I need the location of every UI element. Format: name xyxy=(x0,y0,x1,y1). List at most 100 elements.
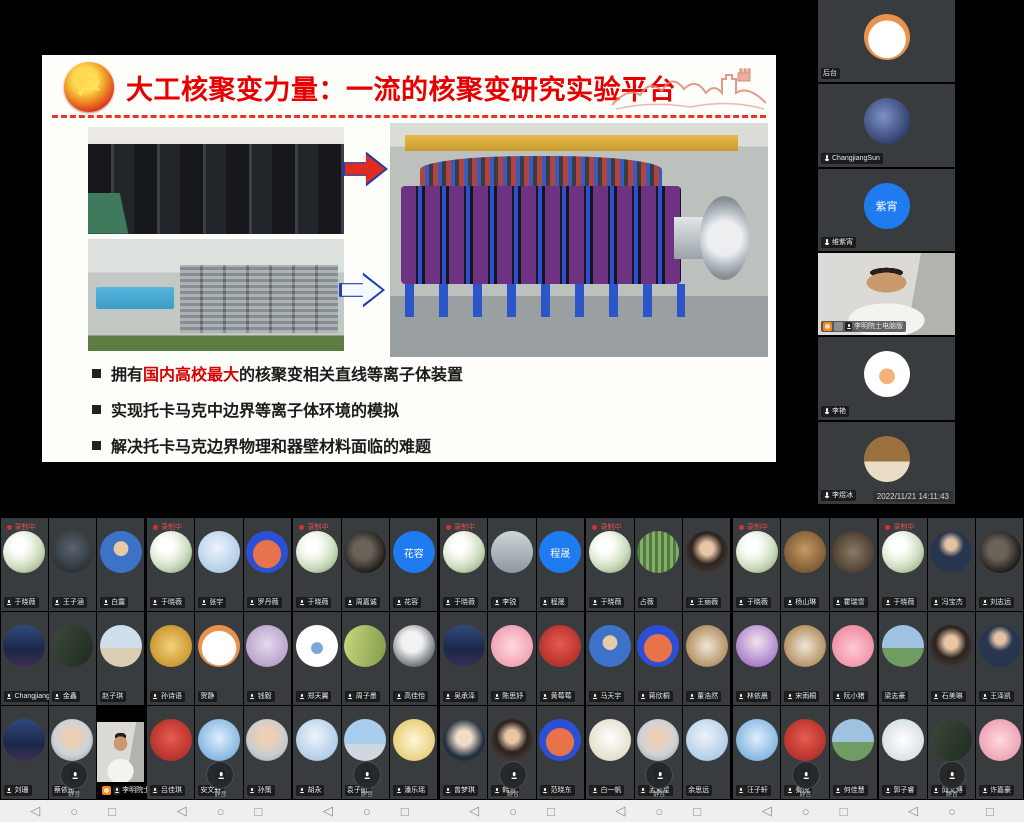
participant-tile[interactable]: 花容花容 xyxy=(390,518,437,611)
participant-tile[interactable]: 贺静 xyxy=(195,612,242,705)
participant-tile[interactable]: 许嘉豪 xyxy=(976,706,1023,799)
participant-tile[interactable]: 吴承泽 xyxy=(440,612,487,705)
participant-tile[interactable]: 黄莓莓 xyxy=(537,612,584,705)
participant-tile[interactable]: 郭子睿 xyxy=(879,706,926,799)
participant-tile[interactable]: 孙策 xyxy=(244,706,291,799)
participant-tile[interactable]: 钱毅 xyxy=(244,612,291,705)
participant-name-chip: 金鑫 xyxy=(52,691,80,702)
participant-tile[interactable]: 罗丹薇 xyxy=(244,518,291,611)
participant-tile[interactable]: 王丽薇 xyxy=(683,518,730,611)
skypeople-avatar xyxy=(344,719,386,761)
mute-button[interactable]: 静音 xyxy=(499,761,527,789)
home-icon[interactable]: ○ xyxy=(217,804,225,819)
participant-tile[interactable]: 霍瑞雪 xyxy=(830,518,877,611)
recents-icon[interactable]: □ xyxy=(986,804,994,819)
participant-tile[interactable]: 马天宇 xyxy=(586,612,633,705)
participant-tile[interactable]: 录制中于晓薇 xyxy=(733,518,780,611)
participant-tile[interactable]: 范晓东 xyxy=(537,706,584,799)
recents-icon[interactable]: □ xyxy=(840,804,848,819)
muted-mic-icon xyxy=(823,407,830,416)
sidebar-participant-tile[interactable]: 李煜冰2022/11/21 14:11:43 xyxy=(818,422,955,504)
back-icon[interactable]: ◁ xyxy=(323,803,333,819)
participant-tile[interactable]: 录制中于晓薇 xyxy=(586,518,633,611)
participant-tile[interactable]: 陈思妤 xyxy=(488,612,535,705)
mute-button-label: 静音 xyxy=(653,789,665,798)
participant-tile[interactable]: 蒋欣桐 xyxy=(635,612,682,705)
participant-tile[interactable]: 冯宝杰 xyxy=(928,518,975,611)
home-icon[interactable]: ○ xyxy=(655,804,663,819)
recents-icon[interactable]: □ xyxy=(547,804,555,819)
sidebar-participant-tile[interactable]: 后台 xyxy=(818,0,955,82)
participant-tile[interactable]: 董浩然 xyxy=(683,612,730,705)
home-icon[interactable]: ○ xyxy=(363,804,371,819)
participant-tile[interactable]: 刘志远 xyxy=(976,518,1023,611)
catblack-avatar xyxy=(979,531,1021,573)
participant-tile[interactable]: 占薇 xyxy=(635,518,682,611)
participant-name-chip: 马天宇 xyxy=(589,691,624,702)
sidebar-participant-tile[interactable]: 李艳 xyxy=(818,337,955,419)
muted-mic-icon xyxy=(249,692,256,701)
home-icon[interactable]: ○ xyxy=(70,804,78,819)
participant-tile[interactable]: 录制中于晓薇 xyxy=(1,518,48,611)
participant-tile[interactable]: 金鑫 xyxy=(49,612,96,705)
participant-tile[interactable]: 录制中于晓薇 xyxy=(147,518,194,611)
recents-icon[interactable]: □ xyxy=(693,804,701,819)
back-icon[interactable]: ◁ xyxy=(762,803,772,819)
participant-tile[interactable]: 周嘉诚 xyxy=(342,518,389,611)
participant-tile[interactable]: 宋雨桐 xyxy=(781,612,828,705)
back-icon[interactable]: ◁ xyxy=(177,803,187,819)
hand-raised-badge-icon xyxy=(823,322,832,331)
participant-name-chip: 王子涵 xyxy=(52,597,87,608)
participant-tile[interactable]: 程晟程晟 xyxy=(537,518,584,611)
sidebar-participant-tile[interactable]: 紫宵维紫宵 xyxy=(818,169,955,251)
participant-tile[interactable]: 录制中于晓薇 xyxy=(879,518,926,611)
participant-tile[interactable]: 潘乐瑶 xyxy=(390,706,437,799)
participant-tile[interactable]: 王子涵 xyxy=(49,518,96,611)
recents-icon[interactable]: □ xyxy=(108,804,116,819)
participant-tile[interactable]: 吕佳琪 xyxy=(147,706,194,799)
participant-tile[interactable]: 梁志豪 xyxy=(879,612,926,705)
back-icon[interactable]: ◁ xyxy=(469,803,479,819)
participant-tile[interactable]: 王泽凯 xyxy=(976,612,1023,705)
participant-tile[interactable]: 赵子琪 xyxy=(97,612,144,705)
back-icon[interactable]: ◁ xyxy=(615,803,625,819)
participant-tile[interactable]: 杨山琳 xyxy=(781,518,828,611)
animegirl-avatar xyxy=(736,625,778,667)
participant-tile[interactable]: 录制中于晓薇 xyxy=(440,518,487,611)
participant-tile[interactable]: 周子墨 xyxy=(342,612,389,705)
mute-button[interactable]: 静音 xyxy=(60,761,88,789)
home-icon[interactable]: ○ xyxy=(948,804,956,819)
participant-tile[interactable]: 李锐 xyxy=(488,518,535,611)
participant-tile[interactable]: 白一帆 xyxy=(586,706,633,799)
mute-button[interactable]: 静音 xyxy=(792,761,820,789)
participant-tile[interactable]: 汪子轩 xyxy=(733,706,780,799)
home-icon[interactable]: ○ xyxy=(509,804,517,819)
participant-tile[interactable]: 何佳慧 xyxy=(830,706,877,799)
back-icon[interactable]: ◁ xyxy=(908,803,918,819)
photoman-avatar xyxy=(100,531,142,573)
recents-icon[interactable]: □ xyxy=(254,804,262,819)
participant-tile[interactable]: 余思远 xyxy=(683,706,730,799)
participant-tile[interactable]: 孙诗语 xyxy=(147,612,194,705)
participant-tile[interactable]: 曾梦琪 xyxy=(440,706,487,799)
participant-tile[interactable]: 李明院士电脑… xyxy=(97,706,144,799)
participant-tile[interactable]: 胡永 xyxy=(293,706,340,799)
participant-tile[interactable]: ChangjiangSun xyxy=(1,612,48,705)
participant-tile[interactable]: 石美琳 xyxy=(928,612,975,705)
participant-tile[interactable]: 林依晨 xyxy=(733,612,780,705)
participant-tile[interactable]: 录制中于晓薇 xyxy=(293,518,340,611)
participant-tile[interactable]: 高佳怡 xyxy=(390,612,437,705)
participant-name-chip: 占薇 xyxy=(638,597,657,608)
participant-tile[interactable]: 郑天翼 xyxy=(293,612,340,705)
back-icon[interactable]: ◁ xyxy=(30,803,40,819)
participant-tile[interactable]: 白露 xyxy=(97,518,144,611)
recents-icon[interactable]: □ xyxy=(401,804,409,819)
participant-tile[interactable]: 刘珊 xyxy=(1,706,48,799)
participant-tile[interactable]: 张宇 xyxy=(195,518,242,611)
mute-button[interactable]: 静音 xyxy=(353,761,381,789)
sidebar-participant-tile[interactable]: 李明院士电脑版 xyxy=(818,253,955,335)
home-icon[interactable]: ○ xyxy=(802,804,810,819)
sidebar-participant-tile[interactable]: ChangjiangSun xyxy=(818,84,955,166)
participant-tile[interactable]: 阮小猪 xyxy=(830,612,877,705)
mute-button[interactable]: 静音 xyxy=(938,761,966,789)
